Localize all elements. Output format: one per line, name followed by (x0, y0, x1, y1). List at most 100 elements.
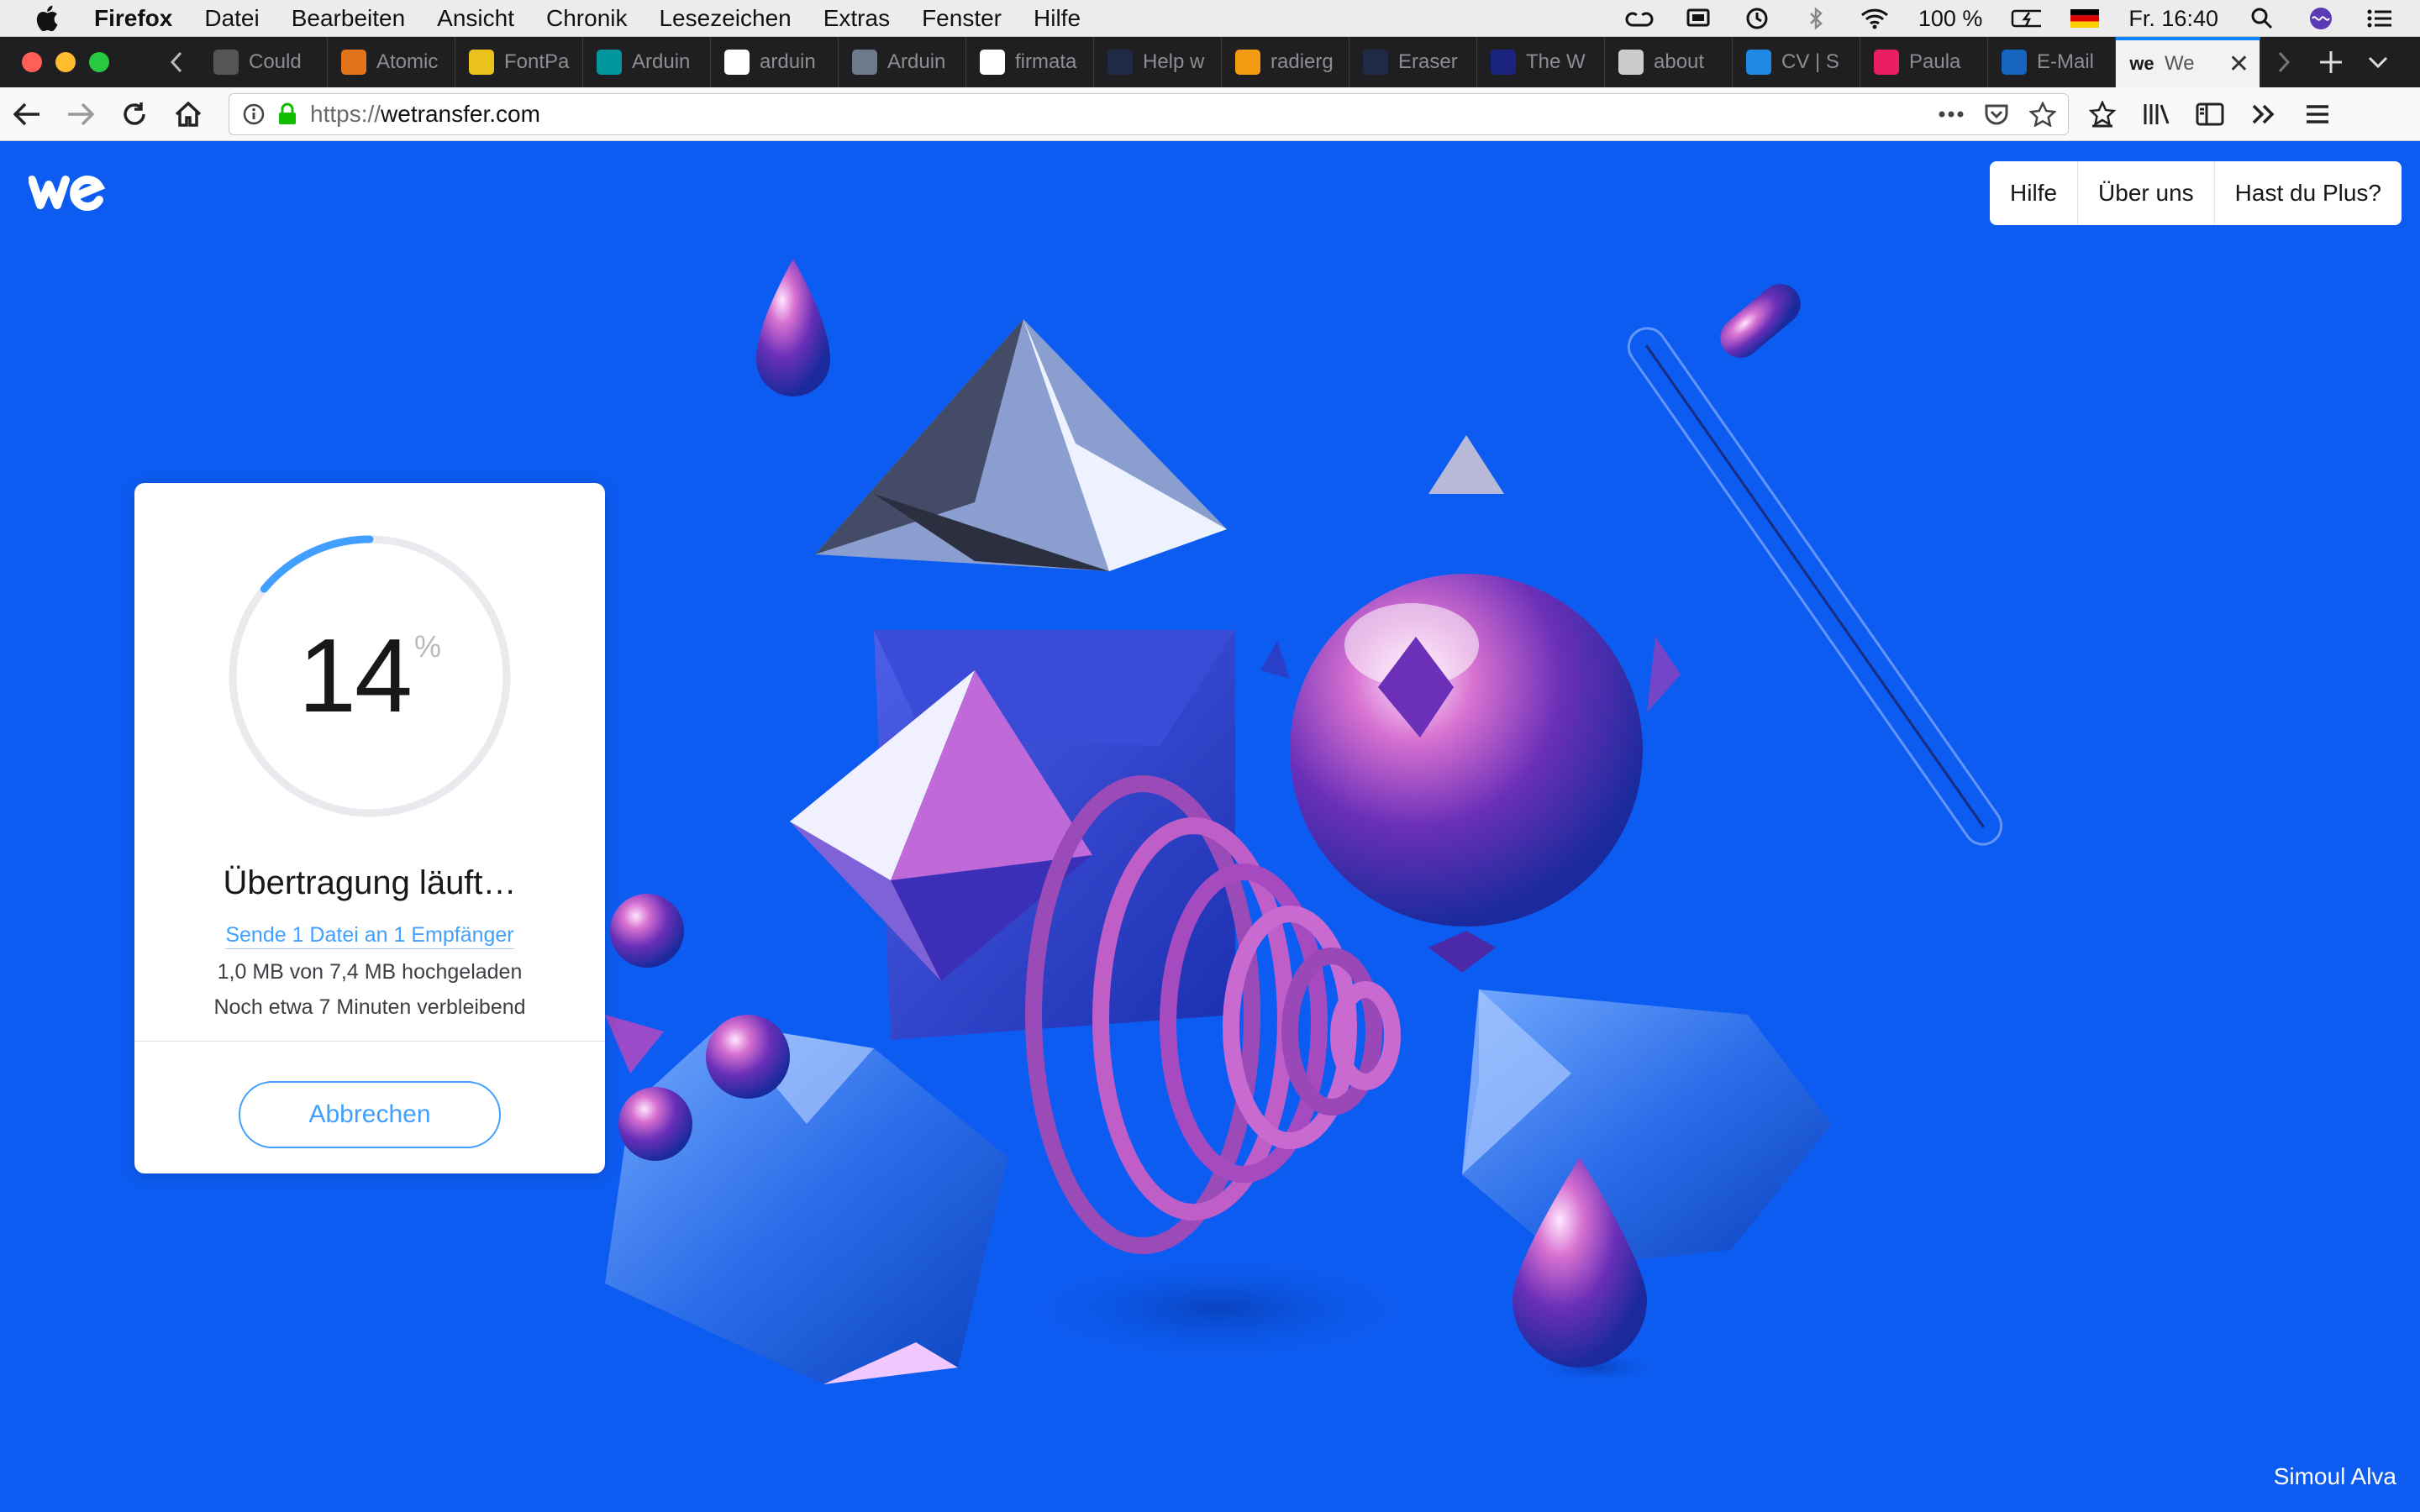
url-text[interactable]: https://wetransfer.com (310, 101, 540, 128)
wetransfer-page: Hilfe Über uns Hast du Plus? 14 % Übertr… (0, 141, 2420, 1512)
browser-tab[interactable]: about (1605, 37, 1733, 87)
tab-favicon-icon (341, 50, 366, 75)
notification-center-icon[interactable] (2365, 5, 2395, 32)
menubar-clock[interactable]: Fr. 16:40 (2128, 6, 2218, 32)
reading-list-button[interactable] (2075, 87, 2129, 141)
wetransfer-logo[interactable] (29, 171, 106, 215)
tab-label: firmata (1015, 50, 1077, 73)
transfer-details-link[interactable]: Sende 1 Datei an 1 Empfänger (134, 923, 605, 949)
address-bar[interactable]: https://wetransfer.com (229, 92, 2069, 135)
close-window-button[interactable] (22, 52, 42, 72)
browser-tab[interactable]: Help w (1094, 37, 1222, 87)
progress-indicator: 14 % (225, 532, 514, 821)
list-all-tabs-button[interactable] (2354, 37, 2402, 87)
reload-button[interactable] (108, 87, 161, 141)
progress-value: 14 (298, 618, 413, 734)
cancel-button[interactable]: Abbrechen (239, 1081, 501, 1148)
menu-extras[interactable]: Extras (823, 5, 890, 32)
tab-favicon-icon (1618, 50, 1644, 75)
browser-tab[interactable]: firmata (966, 37, 1094, 87)
browser-tab[interactable]: Paula (1860, 37, 1988, 87)
browser-tab[interactable]: Could (200, 37, 328, 87)
card-divider (134, 1041, 605, 1042)
tab-label: FontPa (504, 50, 570, 73)
tab-favicon-icon (724, 50, 750, 75)
tab-favicon-icon (2002, 50, 2027, 75)
sidebar-button[interactable] (2183, 87, 2237, 141)
window-controls (22, 52, 109, 72)
navigation-toolbar: https://wetransfer.com (0, 87, 2420, 141)
tab-favicon-icon (1363, 50, 1388, 75)
creative-cloud-icon[interactable] (1624, 5, 1655, 32)
tabs-container: Could Atomic FontPa Arduin arduin Arduin firma… (200, 37, 2116, 87)
menu-datei[interactable]: Datei (204, 5, 259, 32)
uploaded-size: 1,0 MB von 7,4 MB hochgeladen (217, 960, 523, 984)
menu-bearbeiten[interactable]: Bearbeiten (292, 5, 405, 32)
more-tools-button[interactable] (2237, 87, 2291, 141)
help-link[interactable]: Hilfe (1990, 161, 2079, 225)
tab-label: E-Mail (2037, 50, 2095, 73)
menu-hilfe[interactable]: Hilfe (1034, 5, 1081, 32)
browser-tab[interactable]: Arduin (583, 37, 711, 87)
german-flag-icon[interactable] (2070, 5, 2100, 32)
home-button[interactable] (161, 87, 215, 141)
tab-label: about (1654, 50, 1705, 73)
menu-chronik[interactable]: Chronik (546, 5, 627, 32)
forward-button[interactable] (54, 87, 108, 141)
menu-lesezeichen[interactable]: Lesezeichen (659, 5, 791, 32)
wetransfer-favicon-icon: we (2129, 53, 2154, 74)
percent-sign: % (413, 629, 441, 664)
browser-tab[interactable]: Atomic (328, 37, 455, 87)
about-link[interactable]: Über uns (2078, 161, 2215, 225)
tab-label: The W (1526, 50, 1586, 73)
tab-favicon-icon (980, 50, 1005, 75)
tab-favicon-icon (852, 50, 877, 75)
siri-icon[interactable] (2306, 5, 2336, 32)
spotlight-search-icon[interactable] (2247, 5, 2277, 32)
back-button[interactable] (0, 87, 54, 141)
lock-icon[interactable] (276, 102, 298, 126)
browser-tab[interactable]: Eraser (1349, 37, 1477, 87)
transfer-card: 14 % Übertragung läuft… Sende 1 Datei an… (134, 483, 605, 1173)
browser-tab[interactable]: Arduin (839, 37, 966, 87)
bookmark-star-icon[interactable] (2029, 101, 2056, 127)
new-tab-button[interactable] (2307, 37, 2354, 87)
menu-ansicht[interactable]: Ansicht (437, 5, 514, 32)
hamburger-menu-icon[interactable] (2291, 87, 2344, 141)
browser-tab[interactable]: CV | S (1733, 37, 1860, 87)
menu-app-name[interactable]: Firefox (94, 5, 172, 32)
tab-label: CV | S (1781, 50, 1839, 73)
battery-icon[interactable] (2011, 5, 2042, 32)
bluetooth-icon[interactable] (1801, 5, 1831, 32)
tab-wetransfer[interactable]: we We ✕ (2116, 37, 2260, 87)
browser-tab[interactable]: FontPa (455, 37, 583, 87)
close-tab-icon[interactable]: ✕ (2228, 50, 2249, 79)
tabs-scroll-left-button[interactable] (153, 37, 200, 87)
page-actions-icon[interactable] (1939, 110, 1964, 118)
tab-favicon-icon (1491, 50, 1516, 75)
browser-tab[interactable]: The W (1477, 37, 1605, 87)
plus-link[interactable]: Hast du Plus? (2215, 161, 2402, 225)
artist-credit[interactable]: Simoul Alva (2274, 1463, 2396, 1490)
display-icon[interactable] (1683, 5, 1713, 32)
tab-label: We (2165, 52, 2195, 75)
pocket-icon[interactable] (1984, 102, 2009, 126)
time-remaining: Noch etwa 7 Minuten verbleibend (213, 995, 526, 1019)
menu-fenster[interactable]: Fenster (922, 5, 1002, 32)
tab-favicon-icon (1746, 50, 1771, 75)
library-button[interactable] (2129, 87, 2183, 141)
tabs-scroll-right-button[interactable] (2260, 37, 2307, 87)
wifi-icon[interactable] (1860, 5, 1890, 32)
browser-tab[interactable]: E-Mail (1988, 37, 2116, 87)
browser-tab[interactable]: radierg (1222, 37, 1349, 87)
zoom-window-button[interactable] (89, 52, 109, 72)
info-icon[interactable] (243, 103, 265, 125)
tab-label: Eraser (1398, 50, 1458, 73)
minimize-window-button[interactable] (55, 52, 76, 72)
tab-label: Could (249, 50, 302, 73)
transfer-status-title: Übertragung läuft… (223, 864, 517, 901)
apple-icon[interactable] (34, 3, 64, 34)
browser-tab[interactable]: arduin (711, 37, 839, 87)
tab-label: Paula (1909, 50, 1961, 73)
time-machine-icon[interactable] (1742, 5, 1772, 32)
